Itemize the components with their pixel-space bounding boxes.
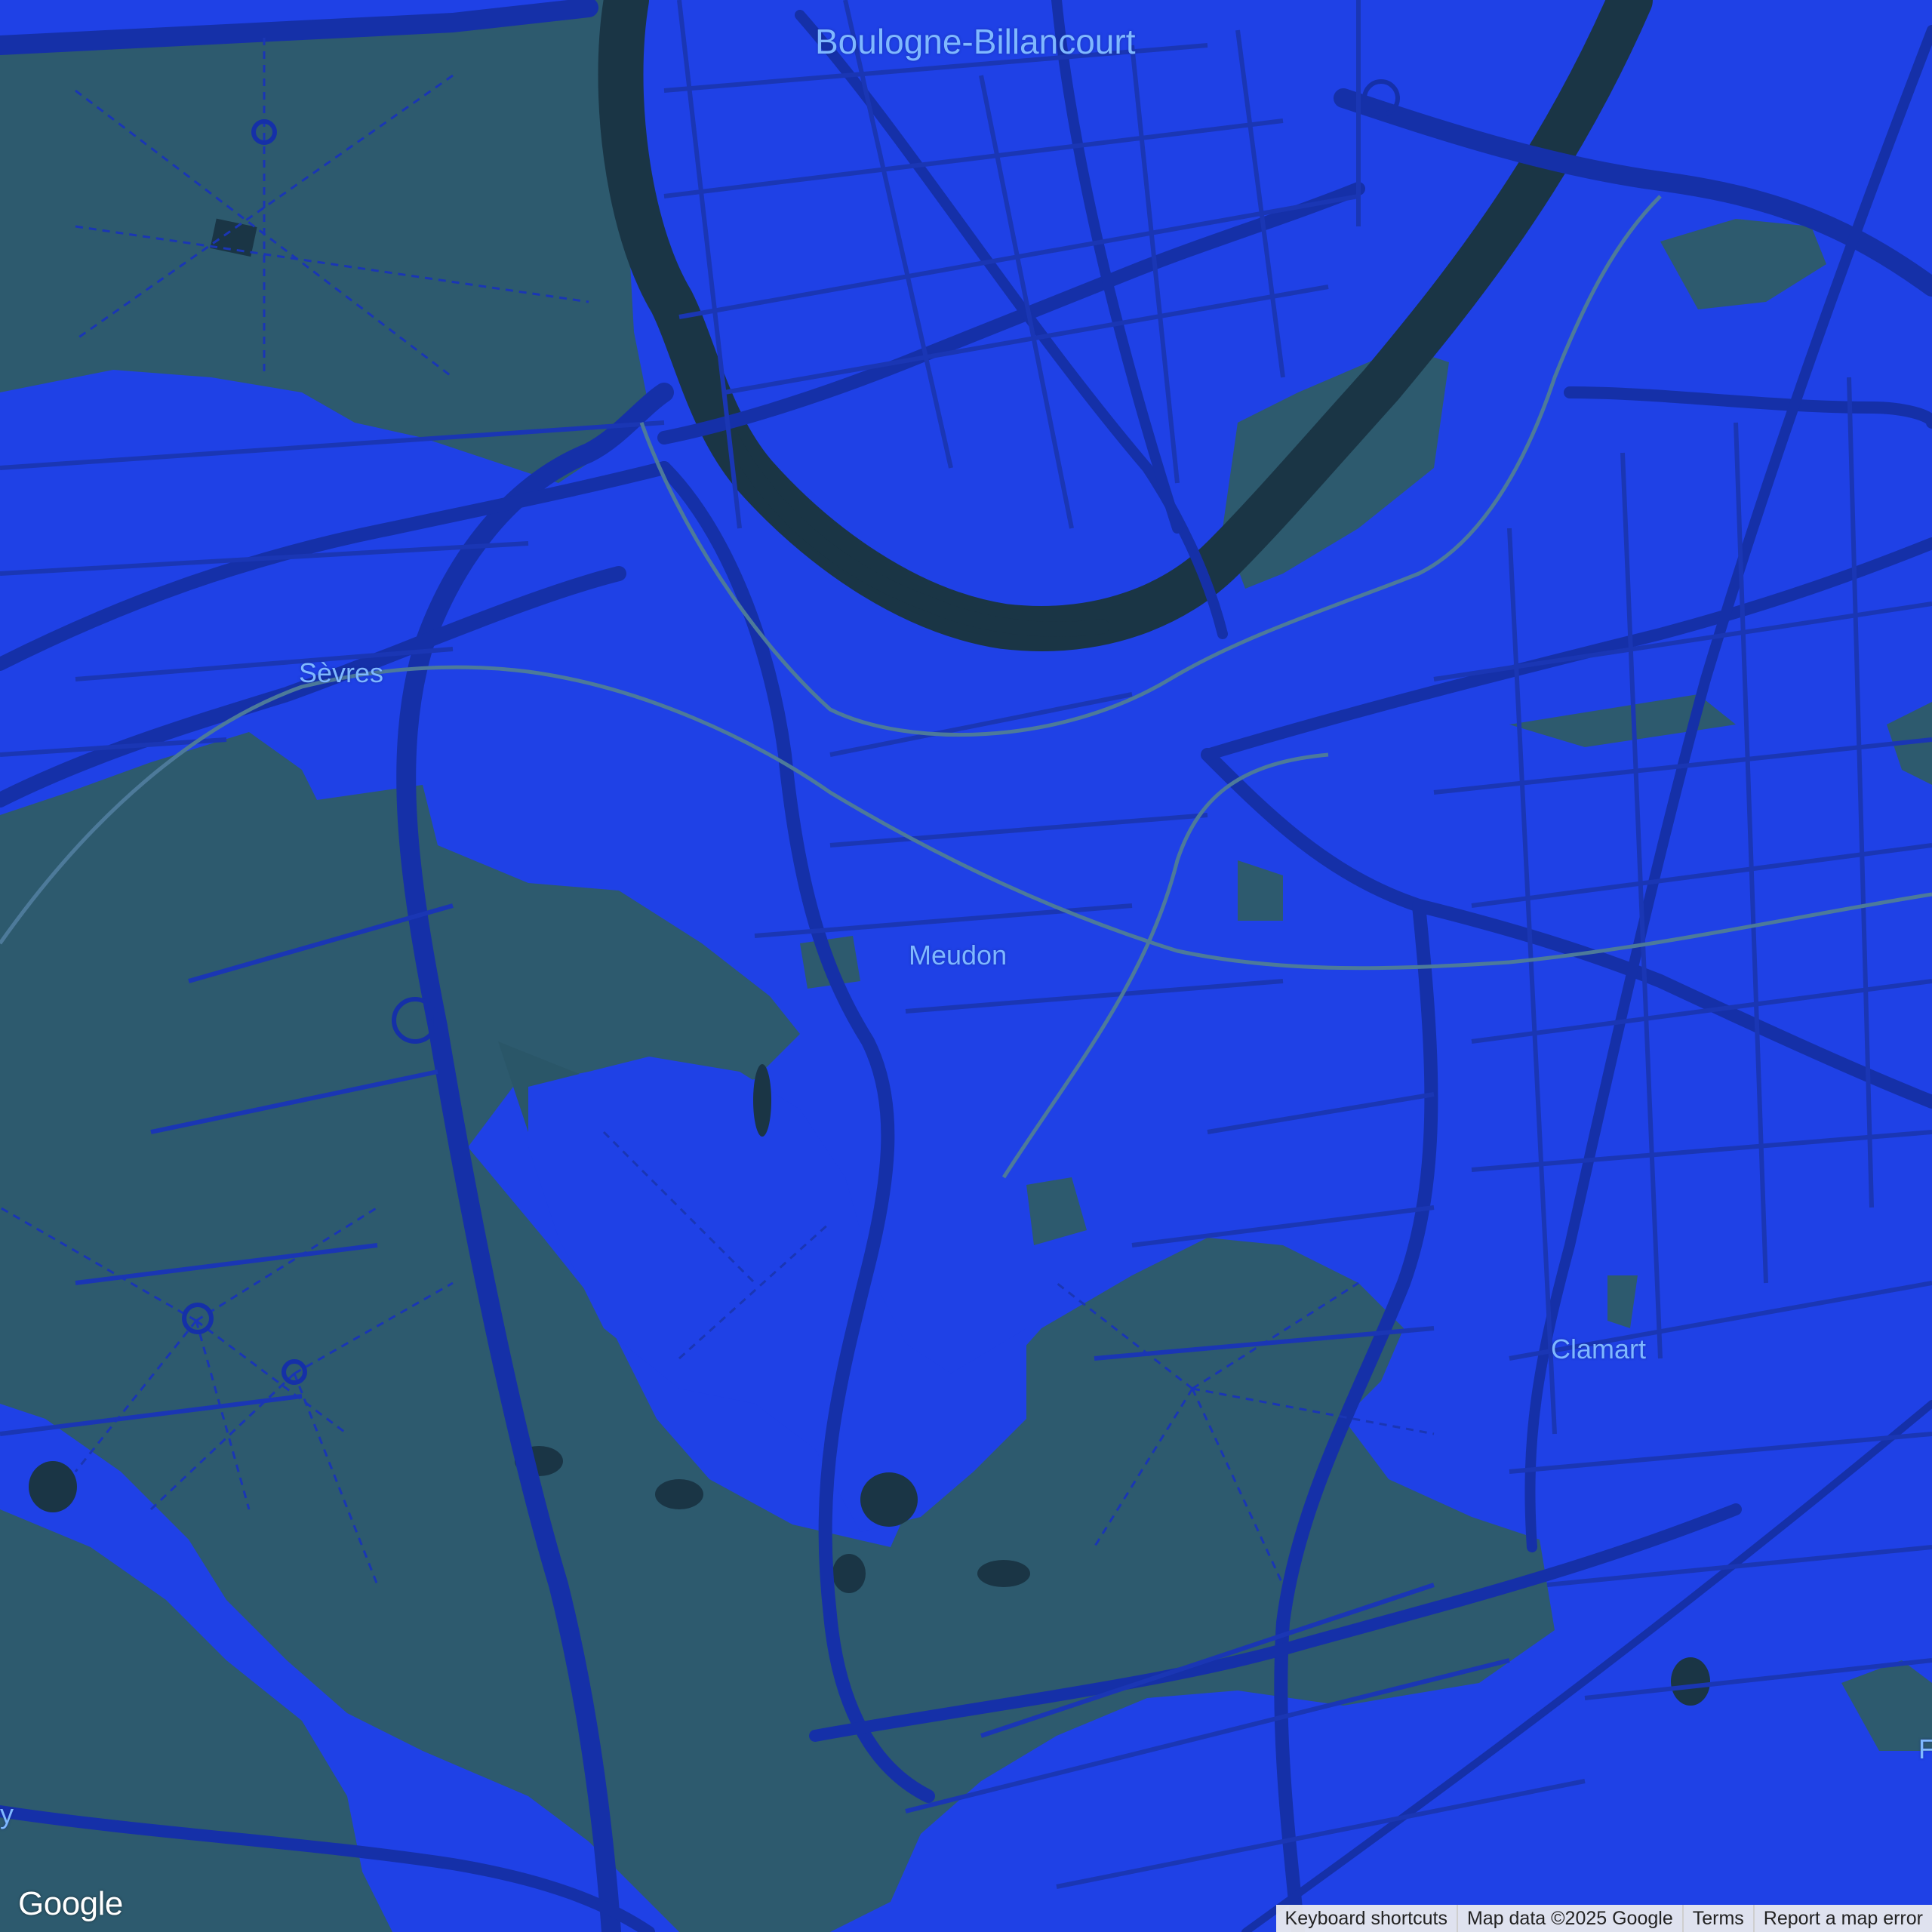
keyboard-shortcuts-link[interactable]: Keyboard shortcuts <box>1276 1905 1457 1932</box>
place-label-clamart[interactable]: Clamart <box>1551 1336 1646 1363</box>
pond-5 <box>29 1461 77 1512</box>
pond-2 <box>655 1479 703 1509</box>
report-map-error-link[interactable]: Report a map error <box>1752 1905 1932 1932</box>
pond-6 <box>1671 1657 1710 1706</box>
pond-4 <box>977 1560 1030 1587</box>
place-label-edge-right[interactable]: F <box>1918 1736 1932 1763</box>
place-label-sevres[interactable]: Sèvres <box>299 660 383 687</box>
place-label-boulogne-billancourt[interactable]: Boulogne-Billancourt <box>815 24 1136 59</box>
map-data-attribution: Map data ©2025 Google <box>1456 1905 1682 1932</box>
place-label-edge-left[interactable]: y <box>0 1801 14 1828</box>
google-logo: Google <box>18 1885 123 1922</box>
attribution-bar: Keyboard shortcuts Map data ©2025 Google… <box>1275 1905 1932 1932</box>
pond-observatory <box>860 1472 918 1527</box>
place-label-meudon[interactable]: Meudon <box>909 942 1007 969</box>
terms-link[interactable]: Terms <box>1681 1905 1753 1932</box>
pond-3 <box>832 1554 866 1593</box>
pond-7 <box>753 1064 771 1137</box>
